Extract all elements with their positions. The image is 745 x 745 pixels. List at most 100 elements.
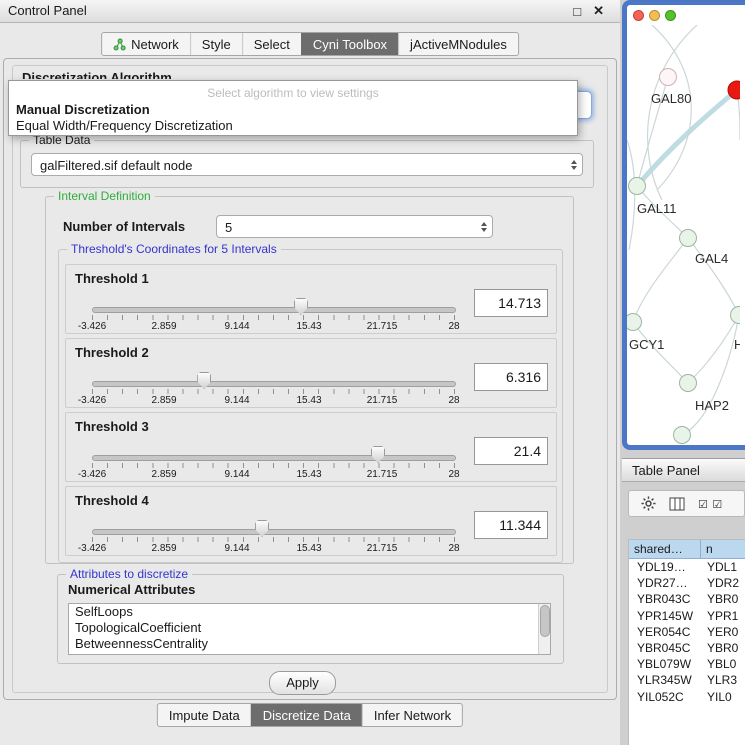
table-panel-header: Table Panel xyxy=(622,458,745,482)
float-window-icon[interactable]: □ xyxy=(573,4,581,19)
tick-label: 9.144 xyxy=(224,395,249,406)
tab-select[interactable]: Select xyxy=(242,33,301,55)
cell-shared-name[interactable]: YDL19… xyxy=(629,559,701,575)
slider-ticks xyxy=(92,389,455,394)
tab-discretize-data[interactable]: Discretize Data xyxy=(251,704,362,726)
table-row[interactable]: YDR27…YDR2 xyxy=(629,575,745,591)
tab-infer-network[interactable]: Infer Network xyxy=(362,704,462,726)
network-icon xyxy=(113,38,126,51)
tab-cyni-toolbox[interactable]: Cyni Toolbox xyxy=(301,33,398,55)
cell-name[interactable]: YER0 xyxy=(701,624,745,640)
scrollbar-thumb[interactable] xyxy=(540,605,550,637)
minimize-traffic-light[interactable] xyxy=(649,10,660,21)
columns-icon[interactable] xyxy=(669,497,685,511)
network-view-window[interactable]: GAL80 GAL11 GAL4 GCY1 HAP2 H xyxy=(622,0,745,450)
tick-label: 21.715 xyxy=(367,543,398,554)
list-item-selfloops[interactable]: SelfLoops xyxy=(69,604,550,620)
threshold-3-slider-track[interactable] xyxy=(92,455,456,461)
close-traffic-light[interactable] xyxy=(633,10,644,21)
threshold-1-value-field[interactable]: 14.713 xyxy=(474,289,548,317)
dropdown-option-manual-discretization[interactable]: Manual Discretization xyxy=(9,102,577,118)
network-node-gal11[interactable] xyxy=(629,178,646,195)
table-row[interactable]: YPR145WYPR1 xyxy=(629,608,745,624)
list-item-topologicalcoefficient[interactable]: TopologicalCoefficient xyxy=(69,620,550,636)
tab-style[interactable]: Style xyxy=(190,33,242,55)
network-node-hap2[interactable] xyxy=(680,375,697,392)
cell-shared-name[interactable]: YIL052C xyxy=(629,689,701,705)
zoom-traffic-light[interactable] xyxy=(665,10,676,21)
tab-network[interactable]: Network xyxy=(102,33,190,55)
threshold-2-value-field[interactable]: 6.316 xyxy=(474,363,548,391)
cell-shared-name[interactable]: YBL079W xyxy=(629,656,701,672)
table-row[interactable]: YDL19…YDL1 xyxy=(629,559,745,575)
select-all-checkbox-icon[interactable]: ☑ xyxy=(698,499,708,511)
dropdown-option-equal-width[interactable]: Equal Width/Frequency Discretization xyxy=(9,118,577,134)
network-node-partial-right[interactable] xyxy=(731,307,741,324)
interval-definition-label: Interval Definition xyxy=(54,189,155,203)
cell-name[interactable]: YBR0 xyxy=(701,591,745,607)
network-node-gcy1[interactable] xyxy=(627,314,642,331)
cell-shared-name[interactable]: YER054C xyxy=(629,624,701,640)
threshold-4-value-field[interactable]: 11.344 xyxy=(474,511,548,539)
cell-name[interactable]: YBL0 xyxy=(701,656,745,672)
cell-name[interactable]: YBR0 xyxy=(701,640,745,656)
cell-name[interactable]: YDL1 xyxy=(701,559,745,575)
cell-name[interactable]: YDR2 xyxy=(701,575,745,591)
top-tabstrip: Network Style Select Cyni Toolbox jActiv… xyxy=(101,32,519,56)
tick-label: 21.715 xyxy=(367,321,398,332)
cell-shared-name[interactable]: YLR345W xyxy=(629,672,701,688)
tick-label: 9.144 xyxy=(224,469,249,480)
cell-shared-name[interactable]: YPR145W xyxy=(629,608,701,624)
apply-button[interactable]: Apply xyxy=(269,671,336,695)
interval-definition-group: Interval Definition Number of Intervals … xyxy=(45,196,574,564)
threshold-2-slider-track[interactable] xyxy=(92,381,456,387)
tick-label: -3.426 xyxy=(78,469,106,480)
tab-jactivemnodules[interactable]: jActiveMNodules xyxy=(398,33,518,55)
table-row[interactable]: YBL079WYBL0 xyxy=(629,656,745,672)
tab-impute-data[interactable]: Impute Data xyxy=(158,704,251,726)
cell-shared-name[interactable]: YBR045C xyxy=(629,640,701,656)
network-node-gal80[interactable] xyxy=(660,69,677,86)
tick-label: 15.43 xyxy=(296,395,321,406)
cell-name[interactable]: YPR1 xyxy=(701,608,745,624)
table-data-combobox[interactable]: galFiltered.sif default node xyxy=(31,153,583,176)
select-functions-checkbox-icon[interactable]: ☑ xyxy=(712,499,722,511)
tick-label: 15.43 xyxy=(296,543,321,554)
numerical-attributes-heading: Numerical Attributes xyxy=(68,582,195,597)
threshold-4-slider-track[interactable] xyxy=(92,529,456,535)
number-of-intervals-combobox[interactable]: 5 xyxy=(216,215,493,238)
table-row[interactable]: YIL052CYIL0 xyxy=(629,689,745,705)
table-row[interactable]: YBR043CYBR0 xyxy=(629,591,745,607)
algorithm-dropdown: Select algorithm to view settings Manual… xyxy=(8,80,578,136)
table-row[interactable]: YBR045CYBR0 xyxy=(629,640,745,656)
tab-label: Cyni Toolbox xyxy=(313,37,387,52)
cell-shared-name[interactable]: YBR043C xyxy=(629,591,701,607)
column-header-shared-name[interactable]: shared… xyxy=(629,540,701,559)
network-canvas[interactable]: GAL80 GAL11 GAL4 GCY1 HAP2 H xyxy=(627,25,740,445)
gear-icon[interactable] xyxy=(641,496,656,511)
threshold-1-slider-track[interactable] xyxy=(92,307,456,313)
cell-name[interactable]: YIL0 xyxy=(701,689,745,705)
column-header-name[interactable]: n xyxy=(701,540,745,559)
tick-label: 2.859 xyxy=(151,469,176,480)
tab-label: Network xyxy=(131,37,179,52)
table-row[interactable]: YLR345WYLR3 xyxy=(629,672,745,688)
cell-name[interactable]: YLR3 xyxy=(701,672,745,688)
threshold-3-value-field[interactable]: 21.4 xyxy=(474,437,548,465)
tab-label: jActiveMNodules xyxy=(410,37,507,52)
network-edges xyxy=(627,25,740,435)
panel-title: Control Panel xyxy=(8,0,87,22)
node-label-gcy1: GCY1 xyxy=(629,337,664,352)
close-icon[interactable]: ✕ xyxy=(593,3,604,19)
threshold-panel-1: Threshold 1 -3.426 2.859 9.144 15.43 21.… xyxy=(65,264,557,334)
discretization-algorithm-label: Discretization Algorithm xyxy=(22,70,262,79)
list-item-betweennesscentrality[interactable]: BetweennessCentrality xyxy=(69,636,550,652)
table-row[interactable]: YER054CYER0 xyxy=(629,624,745,640)
cell-shared-name[interactable]: YDR27… xyxy=(629,575,701,591)
tick-label: 2.859 xyxy=(151,395,176,406)
threshold-panel-3: Threshold 3 -3.426 2.859 9.144 15.43 21.… xyxy=(65,412,557,482)
network-node-gal4[interactable] xyxy=(680,230,697,247)
list-scrollbar[interactable] xyxy=(538,604,550,654)
tick-label: 28 xyxy=(448,543,459,554)
network-node-partial-bottom[interactable] xyxy=(674,427,691,444)
